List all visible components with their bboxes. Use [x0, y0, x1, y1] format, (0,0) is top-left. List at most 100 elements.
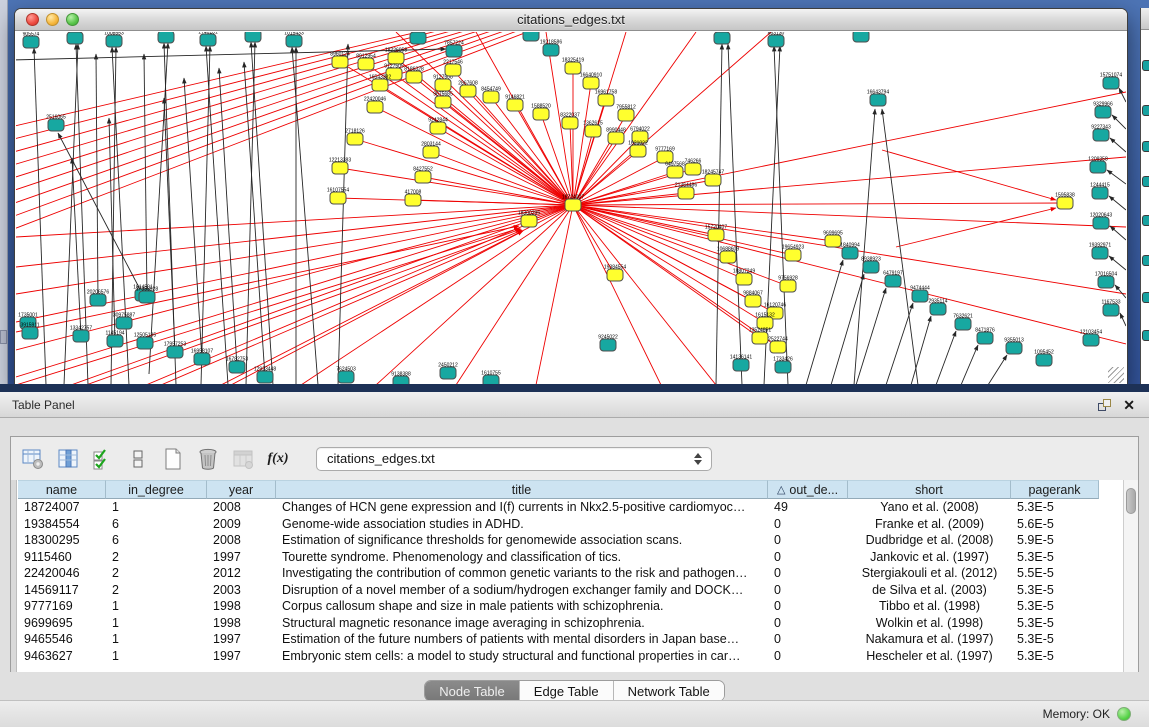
cell-short[interactable]: Hescheler et al. (1997): [848, 648, 1011, 665]
cell-in_degree[interactable]: 6: [106, 532, 207, 549]
column-header-in_degree[interactable]: in_degree: [106, 480, 207, 499]
table-selector-dropdown[interactable]: citations_edges.txt: [316, 447, 712, 471]
table-options-icon[interactable]: [20, 446, 46, 472]
cell-name[interactable]: 14569117: [18, 582, 106, 599]
cell-short[interactable]: Tibbo et al. (1998): [848, 598, 1011, 615]
cell-out_de[interactable]: 0: [768, 516, 848, 533]
table-row[interactable]: 1938455462009Genome-wide association stu…: [18, 516, 1099, 533]
cell-pagerank[interactable]: 5.9E-5: [1011, 532, 1099, 549]
cell-name[interactable]: 9777169: [18, 598, 106, 615]
cell-year[interactable]: 1997: [207, 648, 276, 665]
cell-pagerank[interactable]: 5.5E-5: [1011, 565, 1099, 582]
function-builder-icon[interactable]: f(x): [265, 446, 291, 472]
column-header-name[interactable]: name: [18, 480, 106, 499]
column-header-short[interactable]: short: [848, 480, 1011, 499]
row-height-icon[interactable]: [125, 446, 151, 472]
cell-year[interactable]: 1997: [207, 549, 276, 566]
cell-out_de[interactable]: 0: [768, 631, 848, 648]
cell-title[interactable]: Structural magnetic resonance image aver…: [276, 615, 768, 632]
cell-name[interactable]: 9115460: [18, 549, 106, 566]
cell-name[interactable]: 9465546: [18, 631, 106, 648]
network-window-titlebar[interactable]: citations_edges.txt: [15, 9, 1127, 31]
cell-title[interactable]: Investigating the contribution of common…: [276, 565, 768, 582]
cell-out_de[interactable]: 0: [768, 615, 848, 632]
table-row[interactable]: 2242004622012Investigating the contribut…: [18, 565, 1099, 582]
network-view-canvas[interactable]: 1872400718300295896012489129541822605891…: [16, 32, 1126, 385]
cell-name[interactable]: 18724007: [18, 499, 106, 516]
table-row[interactable]: 911546021997Tourette syndrome. Phenomeno…: [18, 549, 1099, 566]
cell-name[interactable]: 9463627: [18, 648, 106, 665]
import-table-icon[interactable]: [230, 446, 256, 472]
table-panel-header[interactable]: Table Panel ✕: [0, 392, 1149, 418]
cell-in_degree[interactable]: 2: [106, 582, 207, 599]
cell-in_degree[interactable]: 1: [106, 615, 207, 632]
cell-in_degree[interactable]: 1: [106, 631, 207, 648]
column-header-out_de[interactable]: △out_de...: [768, 480, 848, 499]
tab-edge-table[interactable]: Edge Table: [520, 681, 614, 701]
cell-out_de[interactable]: 0: [768, 598, 848, 615]
cell-short[interactable]: de Silva et al. (2003): [848, 582, 1011, 599]
cell-pagerank[interactable]: 5.3E-5: [1011, 499, 1099, 516]
cell-short[interactable]: Nakamura et al. (1997): [848, 631, 1011, 648]
cell-short[interactable]: Jankovic et al. (1997): [848, 549, 1011, 566]
cell-name[interactable]: 19384554: [18, 516, 106, 533]
delete-icon[interactable]: [195, 446, 221, 472]
cell-in_degree[interactable]: 1: [106, 598, 207, 615]
cell-out_de[interactable]: 0: [768, 549, 848, 566]
cell-year[interactable]: 2008: [207, 532, 276, 549]
network-graph[interactable]: 1872400718300295896012489129541822605891…: [16, 32, 1126, 385]
cell-in_degree[interactable]: 6: [106, 516, 207, 533]
cell-title[interactable]: Genome-wide association studies in ADHD.: [276, 516, 768, 533]
cell-name[interactable]: 18300295: [18, 532, 106, 549]
cell-out_de[interactable]: 0: [768, 532, 848, 549]
cell-year[interactable]: 2008: [207, 499, 276, 516]
table-row[interactable]: 1830029562008Estimation of significance …: [18, 532, 1099, 549]
select-mode-icon[interactable]: [90, 446, 116, 472]
float-panel-icon[interactable]: [1098, 399, 1111, 411]
table-row[interactable]: 946362711997Embryonic stem cells: a mode…: [18, 648, 1099, 665]
cell-short[interactable]: Stergiakouli et al. (2012): [848, 565, 1011, 582]
scrollbar-thumb[interactable]: [1126, 488, 1136, 514]
cell-pagerank[interactable]: 5.3E-5: [1011, 631, 1099, 648]
cell-pagerank[interactable]: 5.6E-5: [1011, 516, 1099, 533]
cell-title[interactable]: Disruption of a novel member of a sodium…: [276, 582, 768, 599]
cell-pagerank[interactable]: 5.3E-5: [1011, 648, 1099, 665]
table-row[interactable]: 1456911722003Disruption of a novel membe…: [18, 582, 1099, 599]
cell-in_degree[interactable]: 1: [106, 499, 207, 516]
zoom-window-button[interactable]: [66, 13, 79, 26]
table-row[interactable]: 977716911998Corpus callosum shape and si…: [18, 598, 1099, 615]
cell-year[interactable]: 1998: [207, 615, 276, 632]
cell-out_de[interactable]: 0: [768, 565, 848, 582]
cell-in_degree[interactable]: 2: [106, 565, 207, 582]
cell-name[interactable]: 9699695: [18, 615, 106, 632]
show-columns-icon[interactable]: [55, 446, 81, 472]
cell-pagerank[interactable]: 5.3E-5: [1011, 598, 1099, 615]
cell-pagerank[interactable]: 5.3E-5: [1011, 549, 1099, 566]
table-row[interactable]: 946554611997Estimation of the future num…: [18, 631, 1099, 648]
cell-year[interactable]: 2012: [207, 565, 276, 582]
tab-network-table[interactable]: Network Table: [614, 681, 724, 701]
tab-node-table[interactable]: Node Table: [425, 681, 520, 701]
cell-out_de[interactable]: 49: [768, 499, 848, 516]
window-resize-grip[interactable]: [1108, 367, 1124, 383]
cell-out_de[interactable]: 0: [768, 648, 848, 665]
cell-year[interactable]: 2003: [207, 582, 276, 599]
column-header-title[interactable]: title: [276, 480, 768, 499]
vertical-scrollbar[interactable]: [1123, 480, 1138, 672]
table-row[interactable]: 969969511998Structural magnetic resonanc…: [18, 615, 1099, 632]
cell-in_degree[interactable]: 2: [106, 549, 207, 566]
cell-year[interactable]: 2009: [207, 516, 276, 533]
cell-name[interactable]: 22420046: [18, 565, 106, 582]
cell-short[interactable]: Wolkin et al. (1998): [848, 615, 1011, 632]
minimize-window-button[interactable]: [46, 13, 59, 26]
close-panel-icon[interactable]: ✕: [1123, 399, 1135, 411]
cell-title[interactable]: Estimation of the future numbers of pati…: [276, 631, 768, 648]
cell-short[interactable]: Yano et al. (2008): [848, 499, 1011, 516]
new-column-icon[interactable]: [160, 446, 186, 472]
cell-title[interactable]: Estimation of significance thresholds fo…: [276, 532, 768, 549]
background-window-edge[interactable]: [1140, 8, 1149, 385]
collapsed-panel-handle[interactable]: [0, 330, 7, 344]
cell-short[interactable]: Dudbridge et al. (2008): [848, 532, 1011, 549]
close-window-button[interactable]: [26, 13, 39, 26]
column-header-year[interactable]: year: [207, 480, 276, 499]
